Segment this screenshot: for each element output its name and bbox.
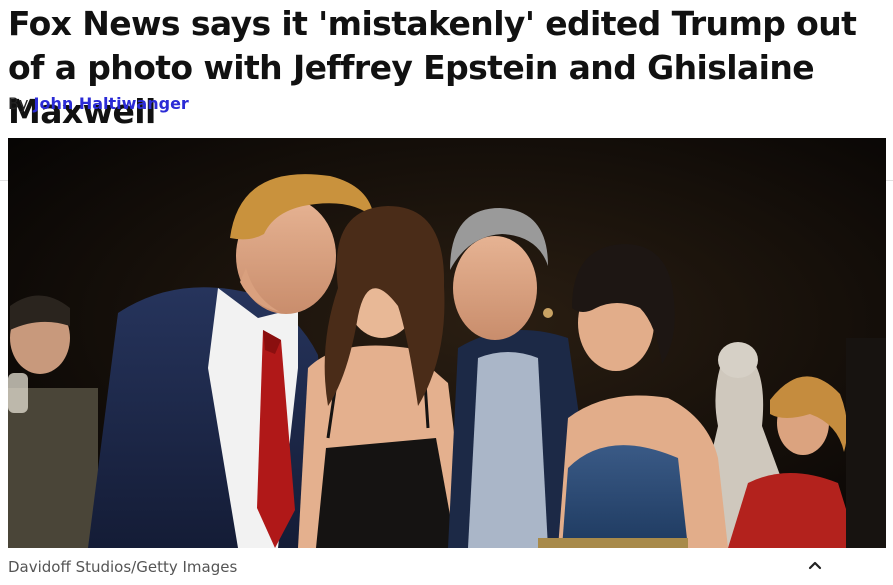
author-link[interactable]: John Haltiwanger [34,94,189,113]
photo-caption: Davidoff Studios/Getty Images [8,558,238,576]
byline: By John Haltiwanger [8,94,189,113]
chevron-up-icon [808,561,822,570]
collapse-caption-button[interactable] [800,550,830,580]
article-headline: Fox News says it 'mistakenly' edited Tru… [8,4,857,131]
byline-prefix: By [8,94,29,113]
photo-illustration [8,138,886,548]
article-page: Fox News says it 'mistakenly' edited Tru… [0,0,893,585]
caption-bar: Davidoff Studios/Getty Images [8,548,841,585]
article-photo [8,138,886,548]
